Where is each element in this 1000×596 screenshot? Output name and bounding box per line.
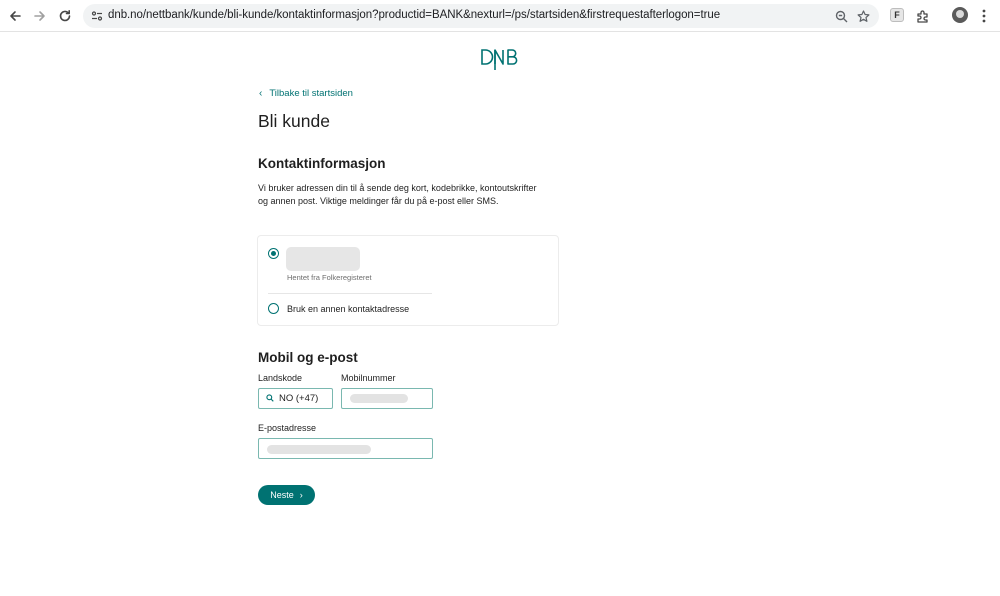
next-button-label: Neste	[270, 490, 294, 500]
option-divider	[268, 293, 432, 294]
search-icon	[266, 393, 274, 404]
redacted-email	[267, 445, 371, 454]
forward-arrow-icon[interactable]	[30, 6, 50, 26]
phone-input[interactable]	[341, 388, 433, 409]
site-info-icon[interactable]	[89, 8, 105, 24]
zoom-icon[interactable]	[833, 8, 849, 24]
url-text[interactable]: dnb.no/nettbank/kunde/bli-kunde/kontakti…	[108, 9, 720, 21]
browser-menu-icon[interactable]	[976, 7, 992, 25]
email-input[interactable]	[258, 438, 433, 459]
browser-toolbar: dnb.no/nettbank/kunde/bli-kunde/kontakti…	[0, 0, 1000, 32]
next-button[interactable]: Neste ›	[258, 485, 315, 505]
other-address-radio[interactable]	[268, 303, 279, 314]
country-code-value: NO (+47)	[279, 393, 319, 404]
extensions-puzzle-icon[interactable]	[914, 7, 932, 25]
extension-icon[interactable]: F	[890, 8, 904, 22]
country-code-select[interactable]: NO (+47)	[258, 388, 333, 409]
address-source-label: Hentet fra Folkeregisteret	[287, 273, 372, 282]
address-options: Hentet fra Folkeregisteret Bruk en annen…	[257, 235, 559, 326]
mobile-section-title: Mobil og e-post	[258, 350, 358, 365]
country-code-label: Landskode	[258, 373, 303, 383]
chevron-right-icon: ›	[299, 490, 303, 500]
redacted-phone	[350, 394, 408, 403]
phone-label: Mobilnummer	[341, 373, 396, 383]
back-link-label: Tilbake til startsiden	[269, 87, 353, 99]
back-to-start-link[interactable]: ‹ Tilbake til startsiden	[258, 86, 353, 100]
page-title: Bli kunde	[258, 111, 330, 131]
bookmark-star-icon[interactable]	[855, 8, 871, 24]
other-address-label[interactable]: Bruk en annen kontaktadresse	[287, 304, 409, 314]
email-label: E-postadresse	[258, 423, 317, 433]
redacted-address	[286, 247, 360, 271]
profile-avatar[interactable]	[952, 7, 968, 23]
address-bar[interactable]: dnb.no/nettbank/kunde/bli-kunde/kontakti…	[83, 4, 879, 28]
back-arrow-icon[interactable]	[5, 6, 25, 26]
registered-address-radio[interactable]	[268, 248, 279, 259]
chevron-left-icon: ‹	[259, 87, 263, 99]
contact-section-title: Kontaktinformasjon	[258, 156, 386, 171]
dnb-logo	[475, 44, 525, 72]
reload-icon[interactable]	[55, 6, 75, 26]
contact-description: Vi bruker adressen din til å sende deg k…	[258, 183, 537, 206]
